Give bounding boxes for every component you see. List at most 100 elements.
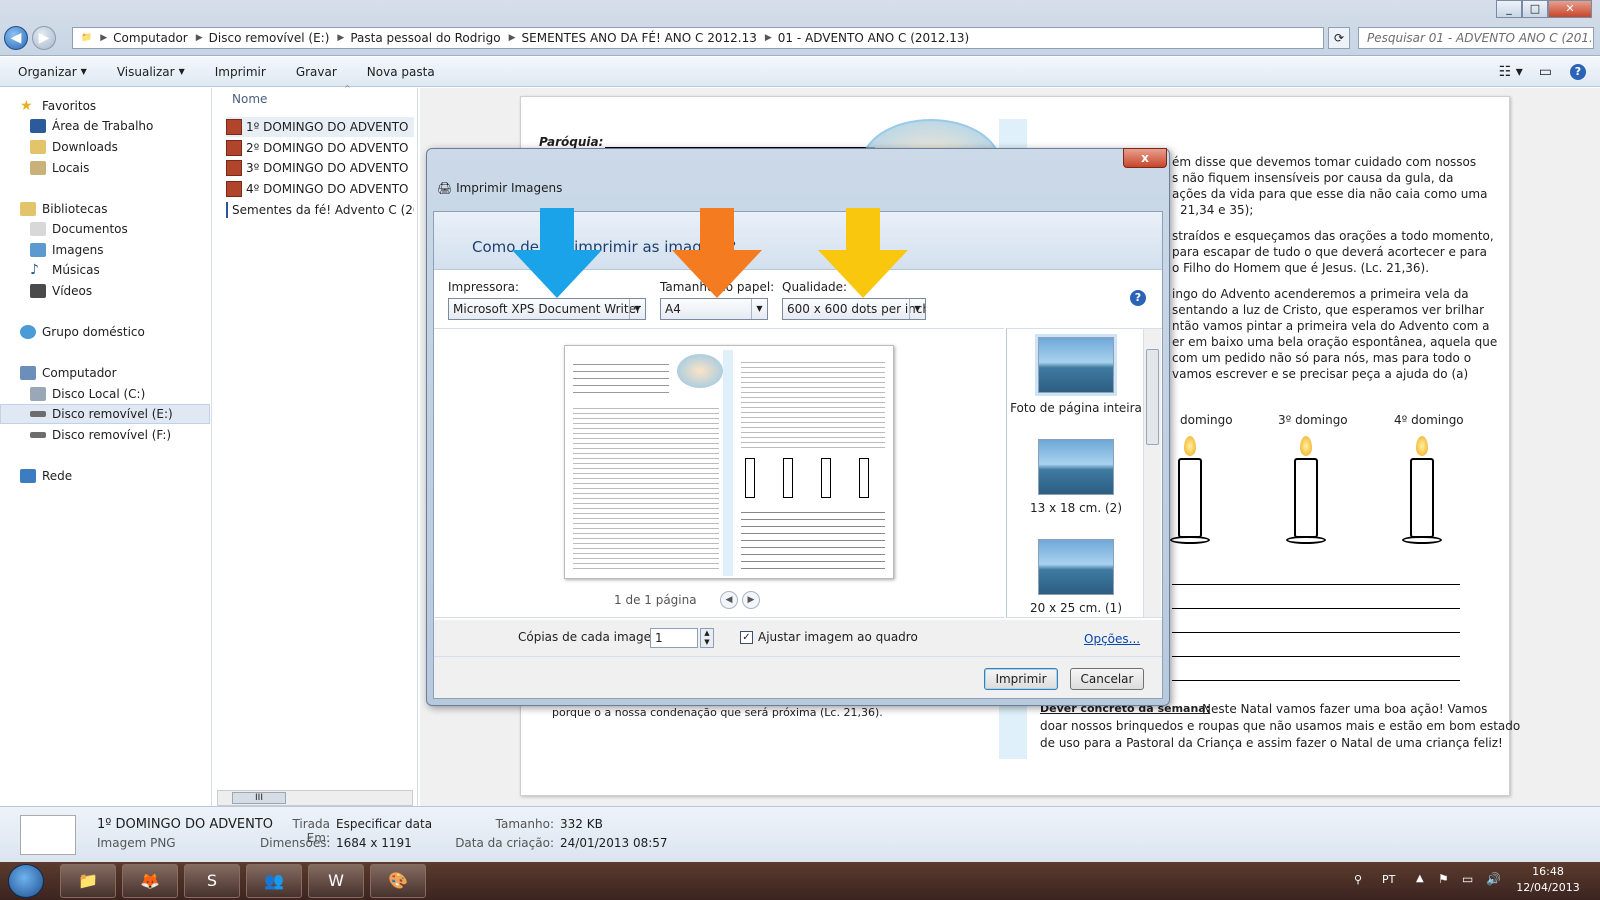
text-block — [573, 358, 669, 398]
layout-scrollbar[interactable] — [1143, 329, 1161, 617]
size-value: 332 KB — [560, 817, 603, 831]
nav-network[interactable]: Rede — [20, 466, 230, 486]
options-link[interactable]: Opções... — [1084, 632, 1140, 646]
refresh-button[interactable]: ⟳ — [1328, 27, 1350, 49]
arrow-shape — [672, 208, 762, 298]
paper-size-select[interactable]: A4 ▼ — [660, 298, 768, 320]
layout-full-page[interactable]: Foto de página inteira — [1007, 334, 1145, 415]
nav-music[interactable]: ♪ Músicas — [30, 260, 240, 280]
print-preview-area: 1 de 1 página ◀ ▶ — [434, 328, 1004, 618]
list-item[interactable]: 1º DOMINGO DO ADVENTO — [226, 117, 414, 137]
taskbar-word[interactable]: W — [308, 864, 364, 898]
nav-desktop[interactable]: Área de Trabalho — [30, 116, 240, 136]
list-item[interactable]: 4º DOMINGO DO ADVENTO — [226, 179, 414, 199]
next-page-button[interactable]: ▶ — [742, 591, 760, 609]
volume-icon[interactable]: 🔊 — [1486, 872, 1501, 886]
desktop-icon — [30, 119, 46, 133]
taskbar-firefox[interactable]: 🦊 — [122, 864, 178, 898]
prev-page-button[interactable]: ◀ — [720, 591, 738, 609]
address-bar[interactable]: 📁 ▶ Computador ▶ Disco removível (E:) ▶ … — [72, 27, 1324, 49]
nav-favorites[interactable]: ★ Favoritos — [20, 96, 230, 116]
monitor-tray-icon[interactable]: ▭ — [1462, 872, 1473, 886]
start-button[interactable] — [8, 864, 44, 898]
fit-frame-checkbox[interactable]: ✓ — [740, 631, 753, 644]
dialog-close-button[interactable]: x — [1123, 148, 1167, 168]
page-line: Neste Natal vamos fazer uma boa ação! Va… — [1202, 702, 1488, 716]
cancel-button[interactable]: Cancelar — [1070, 668, 1144, 690]
list-item[interactable]: Sementes da fé! Advento C (201 — [226, 200, 414, 220]
text-block — [741, 506, 885, 570]
nav-images[interactable]: Imagens — [30, 240, 240, 260]
layout-13x18[interactable]: 13 x 18 cm. (2) — [1007, 439, 1145, 515]
breadcrumb-personal-folder[interactable]: Pasta pessoal do Rodrigo — [350, 31, 500, 45]
nav-removable-e[interactable]: Disco removível (E:) — [0, 404, 210, 424]
new-folder-button[interactable]: Nova pasta — [367, 65, 435, 79]
column-header-name[interactable]: Nome — [232, 92, 267, 106]
help-icon[interactable]: ? — [1570, 63, 1586, 80]
page-line: porque o a nossa condenação que será pró… — [552, 706, 883, 719]
clock-date[interactable]: 12/04/2013 — [1516, 881, 1580, 894]
nav-libraries[interactable]: Bibliotecas — [20, 199, 230, 219]
taskbar-skype[interactable]: S — [184, 864, 240, 898]
network-tray-icon[interactable]: ⚲ — [1354, 873, 1362, 886]
language-indicator[interactable]: PT — [1382, 873, 1395, 886]
back-button[interactable]: ◀ — [4, 26, 28, 50]
taskbar-explorer[interactable]: 📁 — [60, 864, 116, 898]
view-menu[interactable]: Visualizar — [117, 65, 175, 79]
flag-icon[interactable]: ⚑ — [1438, 872, 1449, 886]
close-window-button[interactable]: ✕ — [1548, 0, 1592, 18]
quality-select[interactable]: 600 x 600 dots per inch ▼ — [782, 298, 926, 320]
forward-button[interactable]: ▶ — [32, 26, 56, 50]
print-button[interactable]: Imprimir — [215, 65, 266, 79]
maximize-button[interactable]: □ — [1522, 0, 1548, 18]
breadcrumb-computer[interactable]: Computador — [113, 31, 188, 45]
taken-value[interactable]: Especificar data — [336, 817, 432, 831]
layout-20x25[interactable]: 20 x 25 cm. (1) — [1007, 539, 1145, 615]
printer-icon: 🖨 — [437, 181, 457, 195]
image-file-icon — [226, 119, 242, 135]
view-options-icon[interactable]: ☷ ▾ — [1499, 64, 1523, 80]
layout-list: Foto de página inteira 13 x 18 cm. (2) 2… — [1006, 328, 1162, 618]
horizontal-scrollbar[interactable]: III — [217, 790, 413, 806]
divider — [434, 656, 1162, 657]
breadcrumb-sementes[interactable]: SEMENTES ANO DA FÉ! ANO C 2012.13 — [522, 31, 757, 45]
breadcrumb-advento[interactable]: 01 - ADVENTO ANO C (2012.13) — [778, 31, 969, 45]
images-icon — [30, 243, 46, 257]
list-item[interactable]: 2º DOMINGO DO ADVENTO — [226, 138, 414, 158]
arrow-down-yellow — [818, 208, 908, 298]
list-item[interactable]: 3º DOMINGO DO ADVENTO — [226, 158, 414, 178]
scroll-thumb[interactable]: III — [232, 792, 286, 804]
minimize-button[interactable]: _ — [1496, 0, 1522, 18]
taskbar-messenger[interactable]: 👥 — [246, 864, 302, 898]
layout-thumbnail — [1038, 539, 1114, 595]
burn-button[interactable]: Gravar — [296, 65, 337, 79]
writing-line — [1172, 584, 1460, 585]
copies-spinner[interactable]: ▲ ▼ — [700, 628, 714, 648]
tray-chevron-icon[interactable]: ▲ — [1416, 873, 1424, 884]
breadcrumb-drive[interactable]: Disco removível (E:) — [209, 31, 330, 45]
clock-time[interactable]: 16:48 — [1516, 865, 1580, 878]
nav-places[interactable]: Locais — [30, 158, 240, 178]
nav-local-disk[interactable]: Disco Local (C:) — [30, 384, 240, 404]
scroll-thumb[interactable] — [1146, 349, 1159, 445]
computer-icon — [20, 366, 36, 380]
nav-removable-f[interactable]: Disco removível (F:) — [30, 425, 240, 445]
print-button[interactable]: Imprimir — [984, 668, 1058, 690]
organize-menu[interactable]: Organizar — [18, 65, 77, 79]
places-icon — [30, 161, 46, 175]
help-icon[interactable]: ? — [1130, 290, 1146, 306]
nav-videos[interactable]: Vídeos — [30, 281, 240, 301]
printer-select[interactable]: Microsoft XPS Document Writer ▼ — [448, 298, 646, 320]
nav-computer[interactable]: Computador — [20, 363, 230, 383]
taskbar-paint[interactable]: 🎨 — [370, 864, 426, 898]
candle-image — [1286, 436, 1326, 556]
preview-pane-icon[interactable]: ▭ — [1539, 64, 1552, 80]
search-input[interactable]: Pesquisar 01 - ADVENTO ANO C (201... — [1358, 27, 1594, 49]
candle-image — [1402, 436, 1442, 556]
details-pane: 1º DOMINGO DO ADVENTO Imagem PNG Tirada … — [0, 806, 1600, 862]
copies-input[interactable]: 1 — [650, 628, 698, 648]
nav-downloads[interactable]: Downloads — [30, 137, 240, 157]
nav-homegroup[interactable]: Grupo doméstico — [20, 322, 230, 342]
nav-documents[interactable]: Documentos — [30, 219, 240, 239]
page-line: sentando a luz de Cristo, que esperamos … — [1172, 303, 1485, 317]
